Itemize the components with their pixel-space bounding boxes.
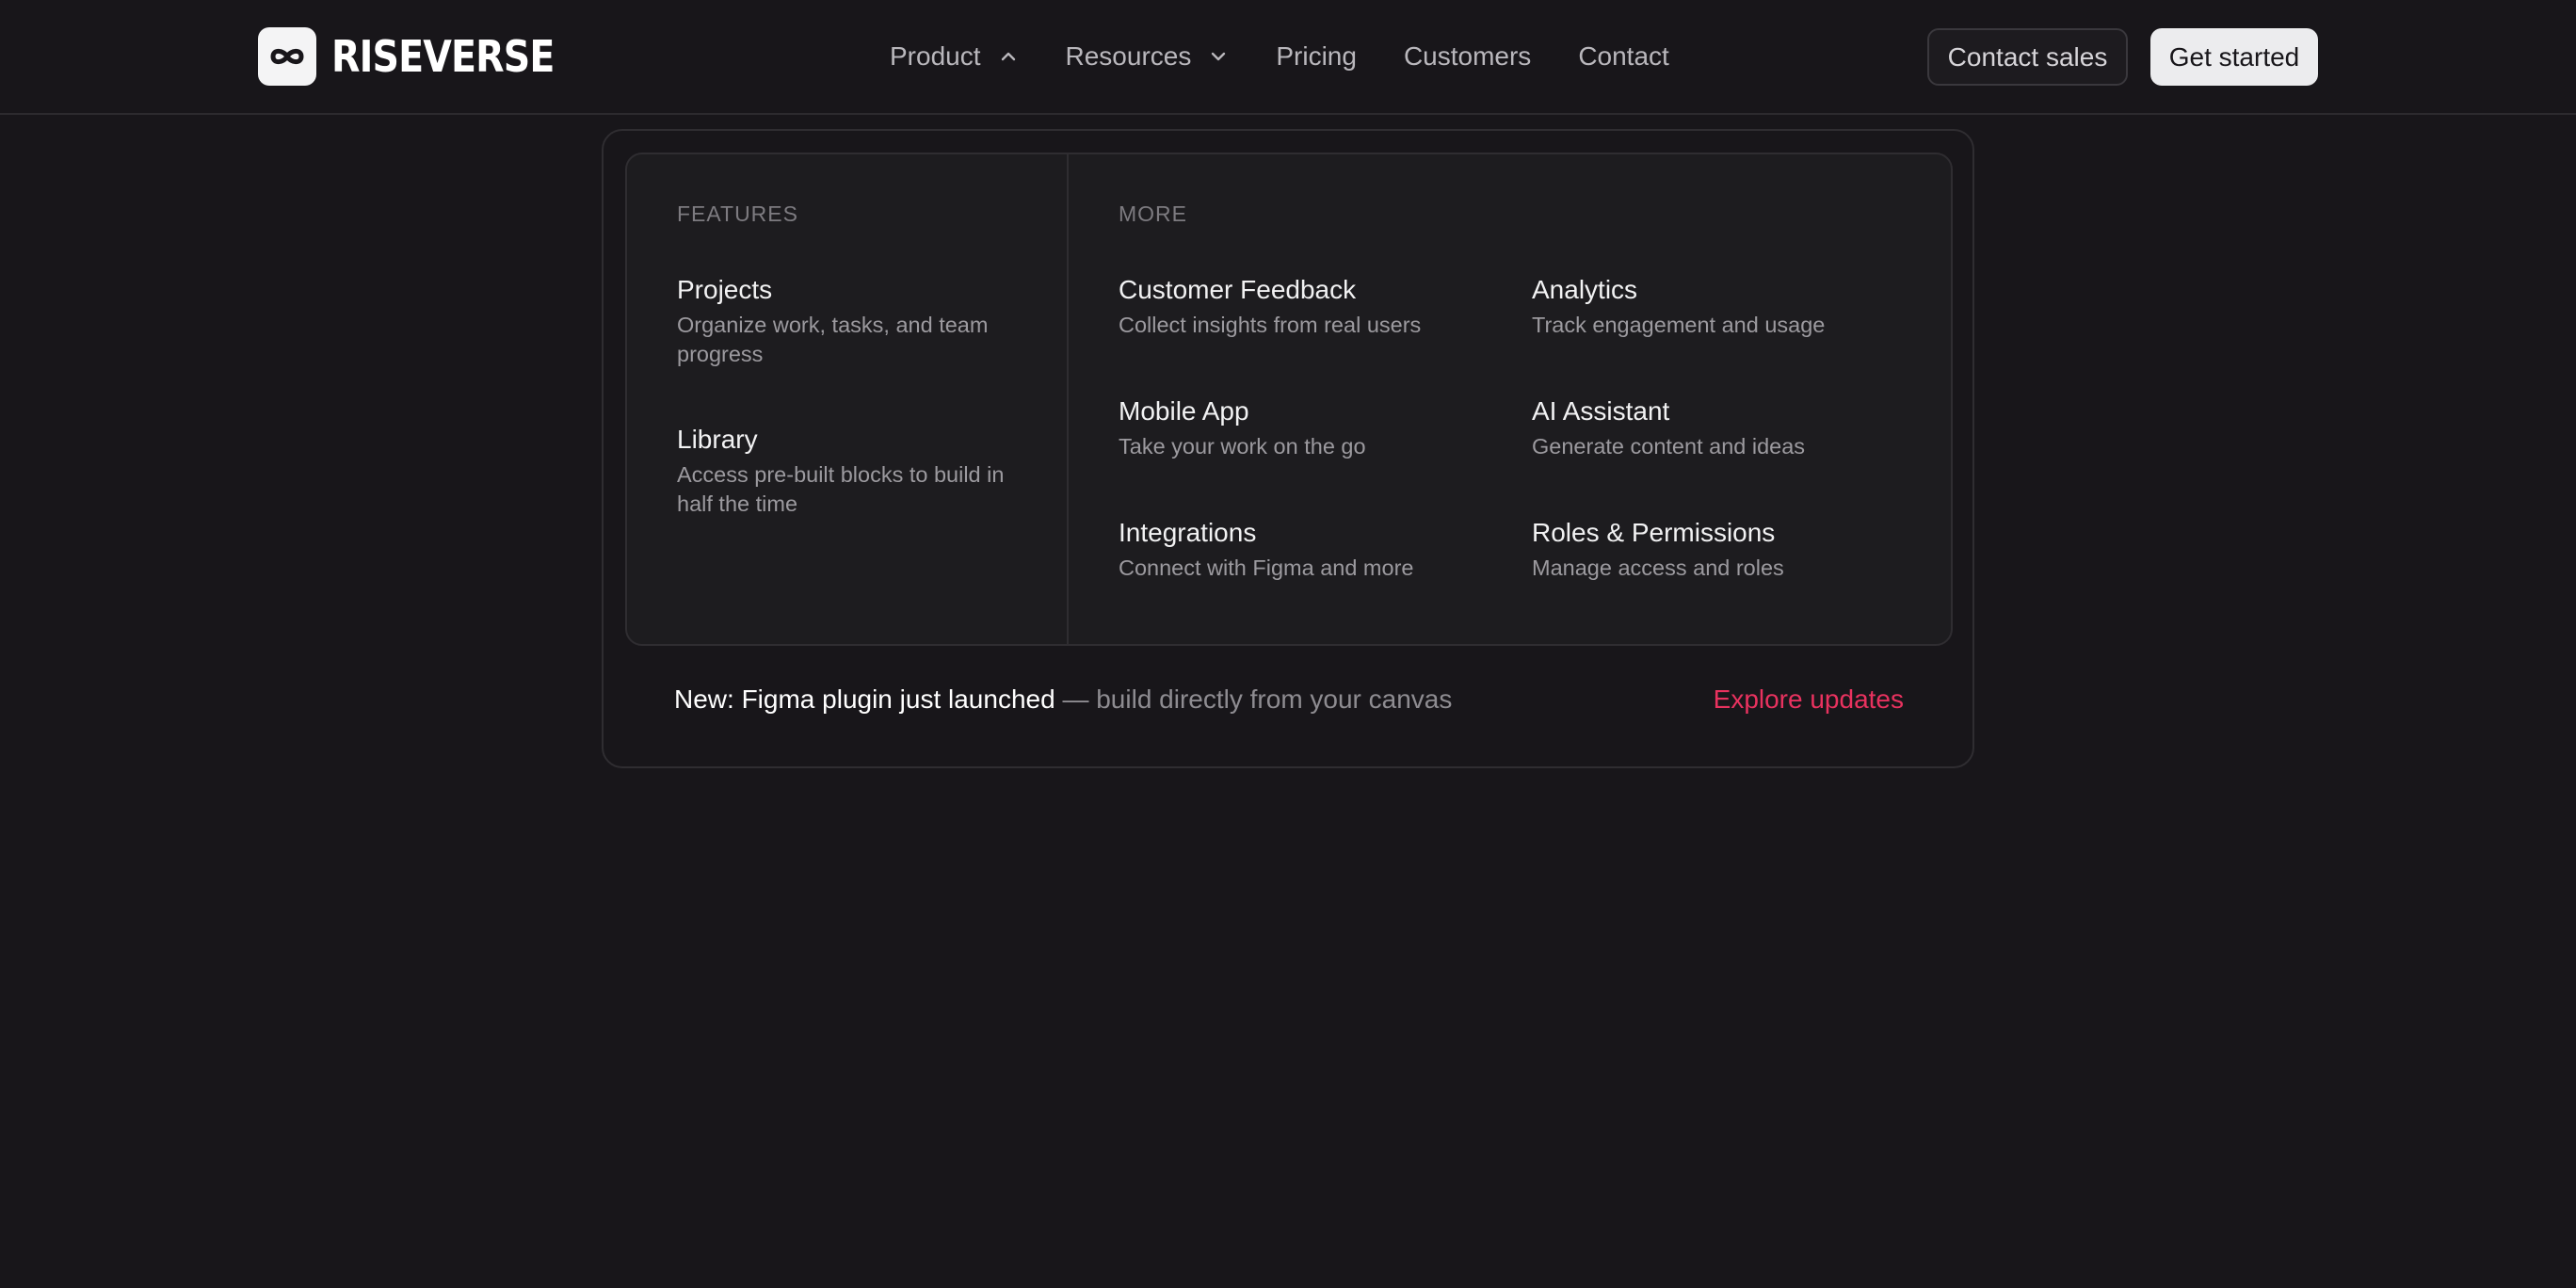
brand-logo[interactable]: RISEVERSE xyxy=(258,27,590,86)
explore-updates-link[interactable]: Explore updates xyxy=(1714,684,1904,715)
get-started-button[interactable]: Get started xyxy=(2150,28,2318,86)
menu-item-analytics[interactable]: Analytics Track engagement and usage xyxy=(1532,273,1927,340)
menu-item-description: Connect with Figma and more xyxy=(1119,555,1414,580)
column-divider xyxy=(1067,154,1069,644)
menu-item-roles-permissions[interactable]: Roles & Permissions Manage access and ro… xyxy=(1532,516,1927,583)
menu-item-description: Organize work, tasks, and team progress xyxy=(677,313,989,366)
product-dropdown-menu: FEATURES Projects Organize work, tasks, … xyxy=(602,129,1974,768)
promo-announcement: New: Figma plugin just launched — build … xyxy=(674,684,1452,715)
nav-item-product[interactable]: Product xyxy=(890,41,1019,72)
menu-panel: FEATURES Projects Organize work, tasks, … xyxy=(625,153,1953,646)
nav-item-label: Product xyxy=(890,41,981,71)
nav-item-resources[interactable]: Resources xyxy=(1066,41,1230,72)
nav-item-pricing[interactable]: Pricing xyxy=(1276,41,1357,72)
menu-item-description: Generate content and ideas xyxy=(1532,434,1806,459)
top-navigation-bar: RISEVERSE Product Resources Pricing Cust… xyxy=(0,0,2576,115)
menu-item-ai-assistant[interactable]: AI Assistant Generate content and ideas xyxy=(1532,394,1927,461)
contact-sales-button[interactable]: Contact sales xyxy=(1927,28,2128,86)
chevron-down-icon xyxy=(1212,52,1226,61)
more-section-label: MORE xyxy=(1119,201,1187,226)
menu-item-title: Roles & Permissions xyxy=(1532,518,1776,547)
brand-name: RISEVERSE xyxy=(331,31,555,82)
menu-item-integrations[interactable]: Integrations Connect with Figma and more xyxy=(1119,516,1495,583)
menu-item-title: Mobile App xyxy=(1119,396,1249,426)
menu-item-description: Track engagement and usage xyxy=(1532,313,1826,337)
promo-text: — build directly from your canvas xyxy=(1055,684,1453,714)
menu-item-projects[interactable]: Projects Organize work, tasks, and team … xyxy=(677,273,1025,369)
menu-item-title: Library xyxy=(677,425,758,454)
menu-item-description: Take your work on the go xyxy=(1119,434,1366,459)
nav-item-contact[interactable]: Contact xyxy=(1578,41,1669,72)
menu-item-title: Integrations xyxy=(1119,518,1257,547)
menu-item-title: Customer Feedback xyxy=(1119,275,1357,304)
nav-item-label: Resources xyxy=(1065,41,1192,71)
nav-item-customers[interactable]: Customers xyxy=(1404,41,1531,72)
menu-item-customer-feedback[interactable]: Customer Feedback Collect insights from … xyxy=(1119,273,1495,340)
main-nav: Product Resources Pricing Customers Cont… xyxy=(890,28,1669,85)
promo-highlight: New: Figma plugin just launched xyxy=(674,684,1055,714)
menu-item-title: AI Assistant xyxy=(1532,396,1670,426)
menu-item-library[interactable]: Library Access pre-built blocks to build… xyxy=(677,423,1025,519)
chevron-up-icon xyxy=(1001,52,1015,61)
menu-item-title: Projects xyxy=(677,275,773,304)
infinity-icon xyxy=(258,27,316,86)
menu-item-mobile-app[interactable]: Mobile App Take your work on the go xyxy=(1119,394,1495,461)
menu-item-description: Collect insights from real users xyxy=(1119,313,1422,337)
menu-item-description: Access pre-built blocks to build in half… xyxy=(677,462,1005,516)
features-section-label: FEATURES xyxy=(677,201,798,226)
menu-item-description: Manage access and roles xyxy=(1532,555,1784,580)
menu-item-title: Analytics xyxy=(1532,275,1638,304)
